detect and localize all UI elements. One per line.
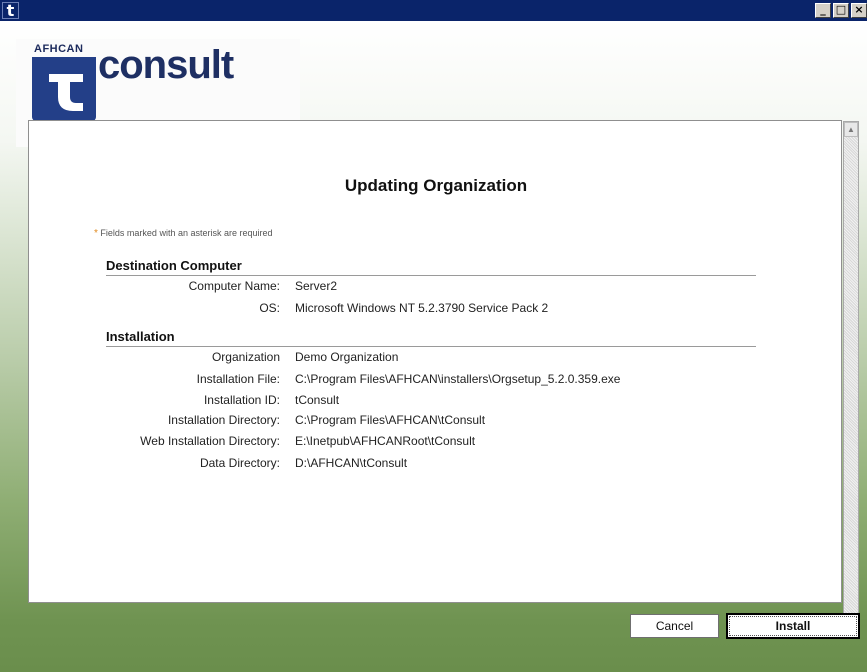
detail-row: Installation ID: tConsult xyxy=(29,393,843,409)
field-value: Demo Organization xyxy=(295,350,399,364)
detail-row: OS: Microsoft Windows NT 5.2.3790 Servic… xyxy=(29,301,843,317)
window-controls: _ □ × xyxy=(815,3,867,18)
detail-row: Installation Directory: C:\Program Files… xyxy=(29,413,843,429)
app-icon[interactable]: t xyxy=(2,2,19,19)
field-value: Microsoft Windows NT 5.2.3790 Service Pa… xyxy=(295,301,549,315)
required-asterisk: * xyxy=(94,228,98,239)
title-bar: t _ □ × xyxy=(0,0,867,21)
logo-product-text: consult xyxy=(98,43,234,87)
required-note-text: Fields marked with an asterisk are requi… xyxy=(100,228,273,238)
install-button-label: Install xyxy=(729,616,857,636)
page-title: Updating Organization xyxy=(344,176,528,195)
field-label: Installation File: xyxy=(196,372,280,386)
field-label: Computer Name: xyxy=(188,279,280,293)
logo-brand-text: AFHCAN xyxy=(34,43,84,55)
detail-row: Data Directory: D:\AFHCAN\tConsult xyxy=(29,456,843,472)
close-button[interactable]: × xyxy=(851,3,867,18)
section-divider xyxy=(106,346,756,347)
field-label: Installation ID: xyxy=(203,393,280,407)
content-panel: Updating Organization * Fields marked wi… xyxy=(28,120,842,603)
vertical-scrollbar[interactable]: ▲ ▼ xyxy=(843,121,859,629)
field-label: Installation Directory: xyxy=(167,413,280,427)
section-title-destination: Destination Computer xyxy=(106,258,242,273)
t-logo-icon xyxy=(32,57,96,121)
field-label: Data Directory: xyxy=(199,456,280,470)
field-value: C:\Program Files\AFHCAN\installers\Orgse… xyxy=(295,372,621,386)
field-value: tConsult xyxy=(295,393,340,407)
field-label: Web Installation Directory: xyxy=(140,434,280,448)
cancel-button[interactable]: Cancel xyxy=(630,614,719,638)
detail-row: Web Installation Directory: E:\Inetpub\A… xyxy=(29,434,843,450)
install-button[interactable]: Install xyxy=(726,613,860,639)
detail-row: Computer Name: Server2 xyxy=(29,279,843,295)
field-label: OS: xyxy=(259,301,280,315)
detail-row: Installation File: C:\Program Files\AFHC… xyxy=(29,372,843,388)
required-fields-note: * Fields marked with an asterisk are req… xyxy=(94,228,273,239)
t-letter-icon xyxy=(49,74,83,111)
field-label: Organization xyxy=(211,350,280,364)
section-title-installation: Installation xyxy=(106,329,175,344)
maximize-button[interactable]: □ xyxy=(833,3,849,18)
field-value: Server2 xyxy=(295,279,338,293)
section-divider xyxy=(106,275,756,276)
scroll-up-arrow-icon[interactable]: ▲ xyxy=(844,122,858,137)
field-value: D:\AFHCAN\tConsult xyxy=(295,456,408,470)
field-value: E:\Inetpub\AFHCANRoot\tConsult xyxy=(295,434,476,448)
minimize-button[interactable]: _ xyxy=(815,3,831,18)
detail-row: Organization Demo Organization xyxy=(29,350,843,366)
field-value: C:\Program Files\AFHCAN\tConsult xyxy=(295,413,486,427)
